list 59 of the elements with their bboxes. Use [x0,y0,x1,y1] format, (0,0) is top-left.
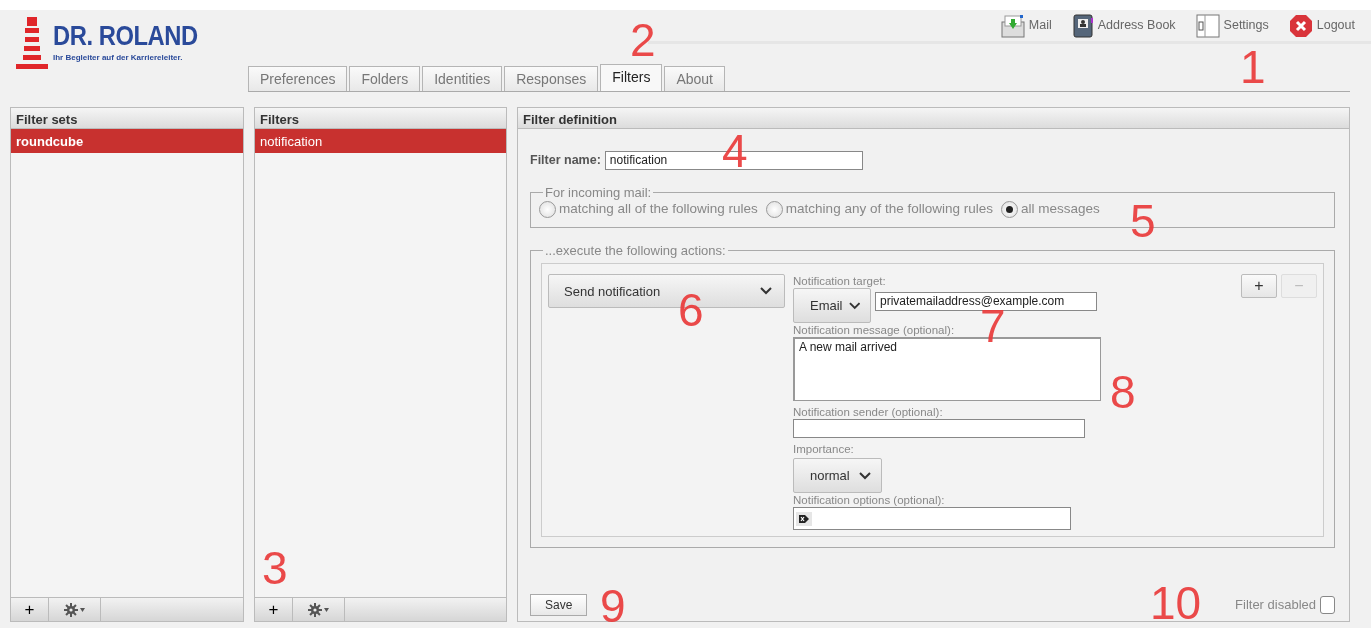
radio-label: matching any of the following rules [785,200,993,218]
field-label: Notification message (optional): [793,323,956,338]
radio-button[interactable] [1001,200,1018,218]
chevron-down-icon [760,287,772,296]
nav-link[interactable]: Settings [1223,16,1269,35]
callout-number: 10 [1150,580,1202,626]
field-label: Notification sender (optional): [793,405,944,420]
radio-button[interactable] [539,200,556,218]
panel-header: Filters [255,108,506,129]
gear-menu-icon[interactable] [307,602,330,617]
logo-tagline: Ihr Begleiter auf der Karriereleiter. [53,52,184,64]
checkbox[interactable] [1320,596,1335,614]
dropdown[interactable]: Email [793,288,871,324]
tab[interactable]: About [664,66,725,91]
field-label: Notification target: [793,274,887,289]
callout-number: 2 [630,17,656,63]
callout-number: 8 [1110,369,1136,415]
logout-icon[interactable] [1288,13,1313,38]
options-field[interactable] [793,507,1071,531]
fieldset-legend: For incoming mail: [543,186,654,199]
add-button[interactable]: + [11,598,49,621]
callout-number: 1 [1240,44,1266,90]
mail-inbox-icon[interactable] [1000,13,1025,38]
checkbox-label: Filter disabled [1235,596,1316,615]
sender-field[interactable] [793,419,1085,439]
tab[interactable]: Filters [600,64,663,91]
tab[interactable]: Folders [349,66,421,91]
tab[interactable]: Preferences [248,66,348,91]
radio-label: matching all of the following rules [559,200,758,218]
radio-button[interactable] [765,200,783,218]
add-button[interactable]: + [255,598,293,621]
callout-number: 9 [600,583,626,628]
tab[interactable]: Responses [504,66,599,91]
list-item[interactable]: roundcube [11,129,243,153]
nav-link[interactable]: Logout [1316,16,1355,35]
tab[interactable]: Identities [422,66,503,91]
nav-link[interactable]: Mail [1028,16,1052,35]
save-button[interactable]: Save [530,594,588,616]
document-settings-icon[interactable] [1195,13,1220,38]
fieldset-legend: ...execute the following actions: [543,244,728,258]
dropdown[interactable]: normal [793,458,882,494]
panel-header: Filter sets [11,108,243,129]
field-label: Notification options (optional): [793,493,946,508]
callout-number: 5 [1130,198,1156,244]
field-label: Filter name: [530,152,601,170]
chevron-down-icon [859,471,871,480]
tag-input-icon [796,511,812,526]
panel-header: Filter definition [518,108,1349,129]
logo-title: DR. ROLAND [53,23,198,50]
gear-menu-icon[interactable] [63,602,86,617]
chevron-down-icon [848,301,860,310]
list-item[interactable]: notification [255,129,506,153]
nav-link[interactable]: Address Book [1097,16,1176,35]
add-action-button[interactable]: + [1241,274,1277,299]
field-label: Importance: [793,442,855,457]
radio-label: all messages [1021,200,1100,218]
address-book-icon[interactable] [1071,13,1094,38]
callout-number: 3 [262,545,288,591]
lighthouse-logo-icon [15,16,49,72]
